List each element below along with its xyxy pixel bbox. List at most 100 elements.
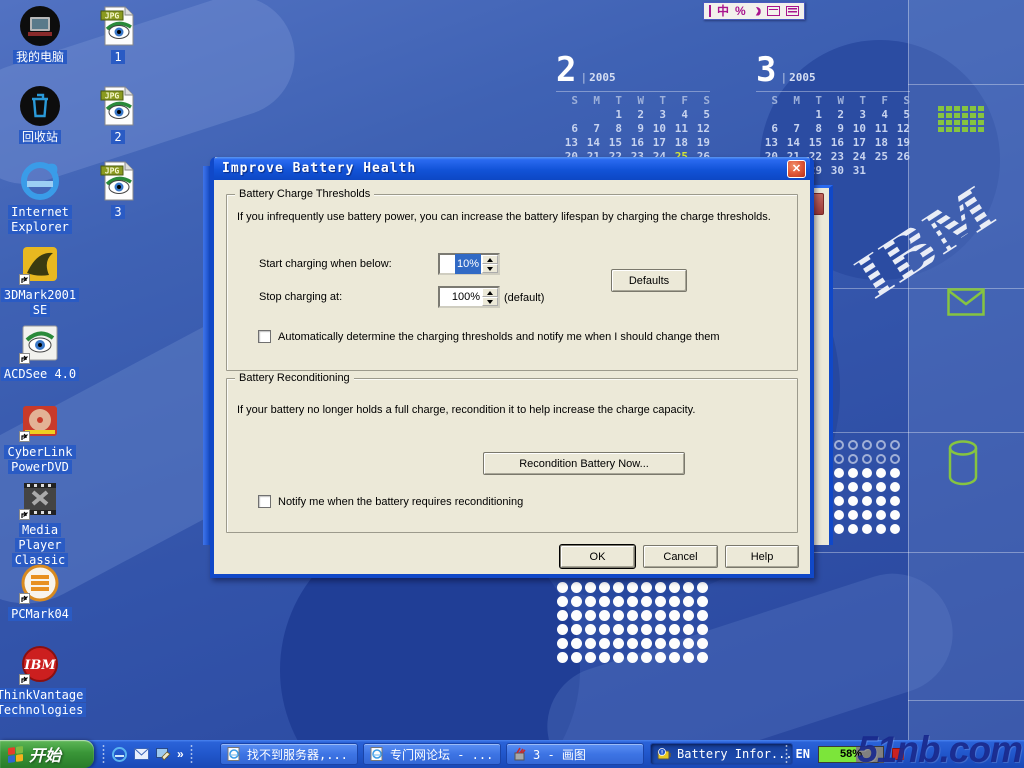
desktop-icon-pcmark[interactable]: PCMark04 <box>0 562 82 622</box>
dot <box>890 468 900 478</box>
stop-charging-spinner[interactable]: 100% <box>438 286 500 308</box>
desktop-icon-jpg-file[interactable]: JPG1 <box>76 5 160 65</box>
dot <box>585 624 596 635</box>
calendar-day: 2 <box>622 108 644 122</box>
taskbar-separator <box>190 744 193 764</box>
calendar-day: 11 <box>666 122 688 136</box>
dot <box>669 652 680 663</box>
dot <box>848 468 858 478</box>
language-indicator[interactable]: EN <box>796 747 810 761</box>
desktop-icon-jpg-file[interactable]: JPG3 <box>76 160 160 220</box>
taskbar-task-4[interactable]: !Battery Infor... <box>650 743 793 765</box>
ok-button[interactable]: OK <box>560 545 635 568</box>
calendar-day-header: S <box>556 94 578 108</box>
cancel-button[interactable]: Cancel <box>643 545 718 568</box>
dot <box>669 624 680 635</box>
taskbar-task-3[interactable]: 3 - 画图 <box>506 743 644 765</box>
start-charging-value[interactable]: 10% <box>455 254 481 274</box>
spin-up-icon[interactable] <box>482 255 498 264</box>
spin-up-icon[interactable] <box>482 288 498 297</box>
desktop-icon-3dmark[interactable]: 3DMark2001 SE <box>0 243 82 318</box>
acdsee-icon <box>19 322 61 364</box>
taskbar-task-2[interactable]: 专门网论坛 - ... <box>363 743 501 765</box>
dot <box>848 440 858 450</box>
desktop-icon-recycle-bin[interactable]: 回收站 <box>0 85 82 145</box>
notify-reconditioning-checkbox[interactable]: Notify me when the battery requires reco… <box>258 495 523 508</box>
internet-explorer-icon[interactable] <box>111 746 127 762</box>
dot <box>655 652 666 663</box>
calendar-day: 7 <box>578 122 600 136</box>
dialog-titlebar[interactable]: Improve Battery Health ✕ <box>214 157 810 180</box>
ime-menu-icon[interactable] <box>786 6 799 16</box>
desktop-icon-powerdvd[interactable]: CyberLink PowerDVD <box>0 400 82 475</box>
calendar-day: 19 <box>888 136 910 150</box>
checkbox-box[interactable] <box>258 495 271 508</box>
dot <box>641 638 652 649</box>
desktop-icon-acdsee[interactable]: ACDSee 4.0 <box>0 322 82 382</box>
checkbox-box[interactable] <box>258 330 271 343</box>
mail-icon[interactable] <box>133 746 149 762</box>
quick-launch: » <box>102 740 193 768</box>
calendar-day: 9 <box>822 122 844 136</box>
defaults-button[interactable]: Defaults <box>611 269 687 292</box>
dot <box>876 454 886 464</box>
dot <box>613 582 624 593</box>
dot <box>848 524 858 534</box>
calendar-day: 14 <box>578 136 600 150</box>
desktop-icon-thinkvantage[interactable]: IBMThinkVantage Technologies <box>0 643 82 718</box>
calendar-day: 17 <box>844 136 866 150</box>
calendar-day <box>888 164 910 178</box>
calendar-day: 5 <box>888 108 910 122</box>
calendar-day: 14 <box>778 136 800 150</box>
dot <box>862 510 872 520</box>
shortcut-arrow-icon <box>19 353 30 364</box>
ime-chinese-mode-icon[interactable]: 中 <box>717 4 729 18</box>
calendar-day: 4 <box>666 108 688 122</box>
dot <box>848 482 858 492</box>
ime-language-bar[interactable]: 中 % <box>703 2 805 20</box>
ime-punctuation-icon[interactable]: % <box>735 4 746 18</box>
dot <box>599 638 610 649</box>
start-button[interactable]: 开始 <box>0 740 94 768</box>
group-legend: Battery Charge Thresholds <box>235 188 374 200</box>
dot <box>683 624 694 635</box>
dot <box>599 582 610 593</box>
desktop-icon-jpg-file[interactable]: JPG2 <box>76 85 160 145</box>
dot <box>862 440 872 450</box>
calendar-month-number: 2 <box>556 55 576 85</box>
calendar-day-header: W <box>622 94 644 108</box>
desktop-icon-media-player-classic[interactable]: Media Player Classic <box>0 478 82 568</box>
spin-down-icon[interactable] <box>482 297 498 306</box>
desktop-icon-my-computer[interactable]: 我的电脑 <box>0 5 82 65</box>
media-player-classic-icon <box>19 478 61 520</box>
show-desktop-icon[interactable] <box>155 746 171 762</box>
desktop-icon-internet-explorer[interactable]: Internet Explorer <box>0 160 82 235</box>
dot <box>876 482 886 492</box>
dot <box>834 454 844 464</box>
ie-page-icon <box>227 747 242 761</box>
dot <box>627 652 638 663</box>
spin-down-icon[interactable] <box>482 264 498 273</box>
dot <box>683 652 694 663</box>
quick-launch-overflow-chevron[interactable]: » <box>177 747 184 761</box>
desktop-icon-label: 3 <box>111 205 124 219</box>
dot <box>585 582 596 593</box>
thresholds-description: If you infrequently use battery power, y… <box>237 211 771 223</box>
start-charging-spinner[interactable]: 10% <box>438 253 500 275</box>
calendar-day: 8 <box>600 122 622 136</box>
close-icon[interactable]: ✕ <box>787 160 806 178</box>
dot <box>697 652 708 663</box>
ime-halfwidth-icon[interactable] <box>752 7 761 16</box>
ime-keyboard-icon[interactable] <box>767 6 780 16</box>
start-button-label: 开始 <box>29 742 61 766</box>
calendar-day: 4 <box>866 108 888 122</box>
auto-determine-checkbox[interactable]: Automatically determine the charging thr… <box>258 330 719 343</box>
taskbar-task-1[interactable]: 找不到服务器,... <box>220 743 358 765</box>
ime-drag-handle-icon[interactable] <box>709 5 711 17</box>
task-label: 专门网论坛 - ... <box>390 746 493 763</box>
recondition-battery-button[interactable]: Recondition Battery Now... <box>483 452 685 475</box>
stop-charging-value[interactable]: 100% <box>440 288 482 306</box>
dot <box>697 624 708 635</box>
dot <box>571 582 582 593</box>
help-button[interactable]: Help <box>725 545 799 568</box>
